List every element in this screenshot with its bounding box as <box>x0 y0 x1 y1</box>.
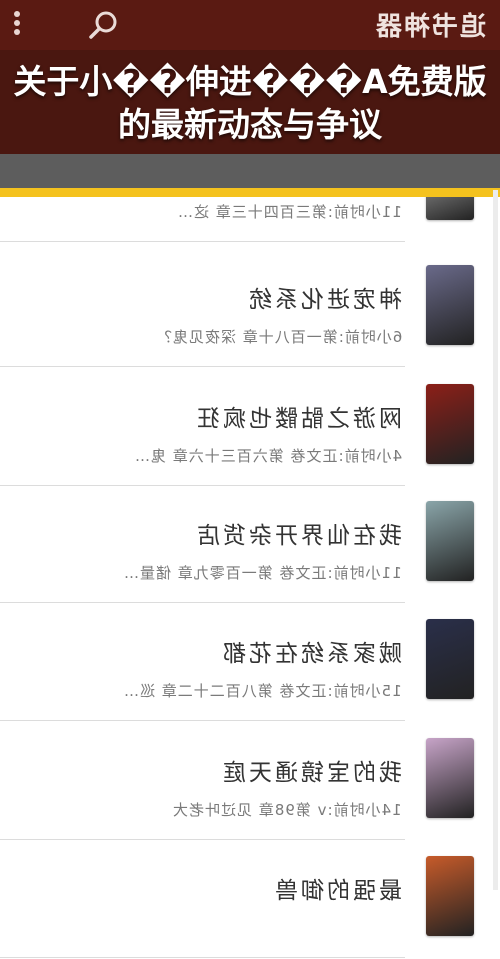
row-divider <box>0 241 405 242</box>
book-list-item[interactable]: 贼家系统在花都 15小时前:正文卷 第八百二十二章 巡… <box>0 604 500 722</box>
book-latest-update: 6小时前:第一百八十章 深夜见鬼？ <box>155 328 402 346</box>
book-title: 我在仙界开杂货店 <box>194 523 402 549</box>
book-cover-image <box>426 619 474 699</box>
row-divider <box>0 602 405 603</box>
row-divider <box>0 720 405 721</box>
book-cover-image <box>426 384 474 464</box>
book-list-item[interactable]: 网游之骷髅也疯狂 4小时前:正文卷 第六百三十六章 鬼… <box>0 369 500 487</box>
book-latest-update: 11小时前:正文卷 第一百零九章 储量… <box>123 564 402 582</box>
headline-line-2: 的最新动态与争议 <box>118 105 382 144</box>
book-latest-update: 14小时前:v 第98章 见过叶老大 <box>172 801 402 819</box>
row-divider <box>0 839 405 840</box>
book-list-item[interactable]: 最强的御兽 <box>0 841 500 959</box>
search-icon[interactable] <box>86 8 120 42</box>
book-cover-image <box>426 265 474 345</box>
book-cover-image <box>426 501 474 581</box>
banner-shadow-strip <box>0 154 500 188</box>
book-list-item[interactable]: 我在仙界开杂货店 11小时前:正文卷 第一百零九章 储量… <box>0 486 500 604</box>
book-latest-update: 11小时前:第三百四十三章 这… <box>177 203 402 221</box>
book-latest-update: 4小时前:正文卷 第六百三十六章 鬼… <box>133 447 402 465</box>
book-list-item[interactable]: 我的宝镜通天庭 14小时前:v 第98章 见过叶老大 <box>0 723 500 841</box>
app-title: 追书神器 <box>373 12 486 42</box>
book-cover-image <box>426 856 474 936</box>
book-latest-update: 15小时前:正文卷 第八百二十二章 巡… <box>123 682 402 700</box>
headline-line-1: 关于小��伸进���A免费版 <box>13 62 487 101</box>
book-title: 最强的御兽 <box>272 878 402 904</box>
app-bar: 追书神器 <box>0 0 500 50</box>
book-title: 贼家系统在花都 <box>220 641 402 667</box>
book-list-item[interactable]: 神宠进化系统 6小时前:第一百八十章 深夜见鬼？ <box>0 250 500 368</box>
banner-accent-line <box>0 188 500 197</box>
more-menu-icon[interactable] <box>10 8 24 42</box>
row-divider <box>0 366 405 367</box>
scrollbar[interactable] <box>493 190 498 890</box>
headline-banner: 关于小��伸进���A免费版 的最新动态与争议 <box>0 50 500 154</box>
book-title: 神宠进化系统 <box>246 287 402 313</box>
book-cover-image <box>426 738 474 818</box>
book-title: 网游之骷髅也疯狂 <box>194 406 402 432</box>
book-title: 我的宝镜通天庭 <box>220 760 402 786</box>
row-divider <box>0 957 405 958</box>
